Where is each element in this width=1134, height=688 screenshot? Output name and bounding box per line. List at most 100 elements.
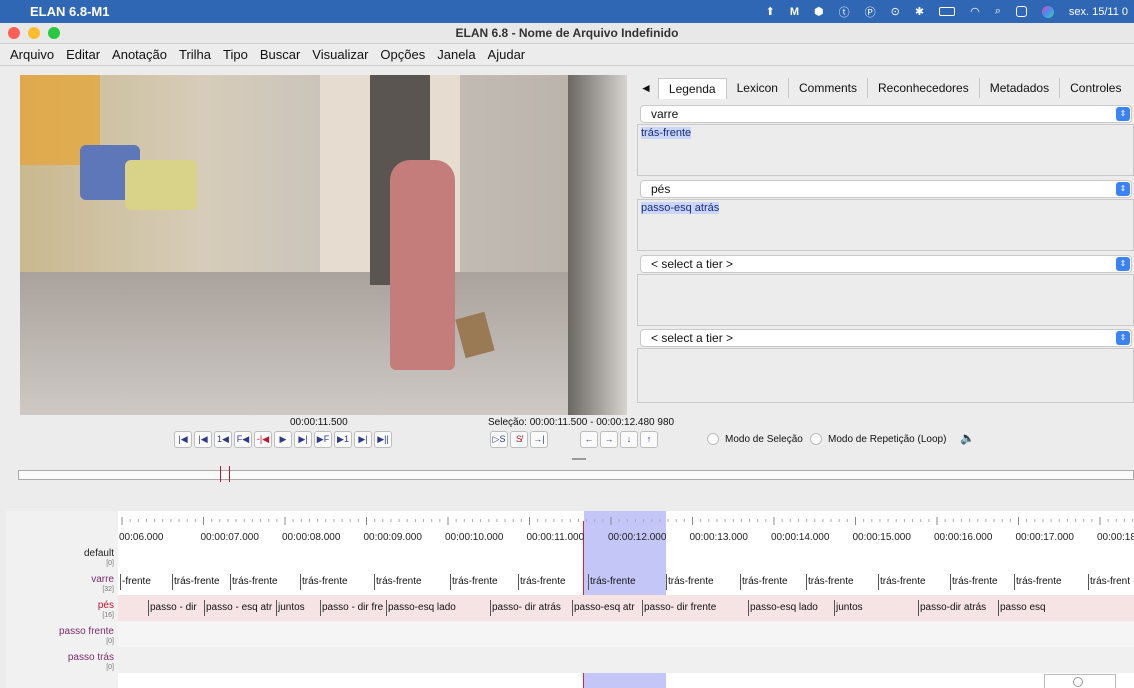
tab-reconhecedores[interactable]: Reconhecedores xyxy=(868,78,980,98)
annotation-varre[interactable]: trás-frente xyxy=(740,574,788,590)
next-frame-button[interactable]: ▶F xyxy=(314,431,332,448)
menu-visualizar[interactable]: Visualizar xyxy=(306,47,374,62)
battery-icon[interactable] xyxy=(939,7,956,16)
annotation-varre[interactable]: trás-frente xyxy=(230,574,278,590)
app-name[interactable]: ELAN 6.8-M1 xyxy=(30,4,109,19)
zoom-window-button[interactable] xyxy=(48,27,60,39)
next-second-button[interactable]: ▶1 xyxy=(334,431,352,448)
previous-second-button[interactable]: 1◀ xyxy=(214,431,232,448)
siri-icon[interactable] xyxy=(1041,5,1054,18)
annotation-pes[interactable]: passo - dir fre xyxy=(319,600,383,616)
tab-prev-arrow-icon[interactable]: ◄ xyxy=(634,78,658,98)
annotation-varre[interactable]: trás-frente xyxy=(300,574,348,590)
annotation-varre[interactable]: trás-frente xyxy=(172,574,220,590)
bluetooth-icon[interactable]: ✱ xyxy=(915,5,924,18)
close-window-button[interactable] xyxy=(8,27,20,39)
wifi-icon[interactable]: ◠ xyxy=(970,5,980,18)
annotation-varre[interactable]: trás-frente xyxy=(518,574,566,590)
next-scroll-button[interactable]: ▶| xyxy=(354,431,372,448)
tier-select-2[interactable]: pés ⇕ xyxy=(640,180,1132,198)
tier-label-varre[interactable]: varre [32] xyxy=(91,575,114,595)
annotation-pes[interactable]: passo esq xyxy=(998,600,1046,616)
tab-comments[interactable]: Comments xyxy=(789,78,868,98)
selection-mode-toggle[interactable]: Modo de Seleção xyxy=(707,433,803,445)
timeline-viewer[interactable]: default [0] varre [32] pés [16] passo frente [0… xyxy=(6,511,1134,688)
minimize-window-button[interactable] xyxy=(28,27,40,39)
annotation-varre[interactable]: trás-frent xyxy=(1087,574,1130,590)
menu-opcoes[interactable]: Opções xyxy=(374,47,431,62)
malwarebytes-icon[interactable]: M xyxy=(790,6,799,18)
tier-select-4[interactable]: < select a tier > ⇕ xyxy=(640,329,1132,347)
selection-mode-radio[interactable] xyxy=(707,433,719,445)
previous-scroll-button[interactable]: |◀ xyxy=(194,431,212,448)
annotation-pes[interactable]: juntos xyxy=(276,600,305,616)
menu-buscar[interactable]: Buscar xyxy=(254,47,306,62)
menu-arquivo[interactable]: Arquivo xyxy=(4,47,60,62)
annotation-pes[interactable]: passo-esq lado xyxy=(386,600,456,616)
loop-mode-radio[interactable] xyxy=(810,433,822,445)
clear-selection-button[interactable]: S̸ xyxy=(510,431,528,448)
app-status-icon[interactable]: Ⓟ xyxy=(865,4,876,20)
tab-controles[interactable]: Controles xyxy=(1060,78,1131,98)
annotation-down-button[interactable]: ↓ xyxy=(620,431,638,448)
tier-select-3[interactable]: < select a tier > ⇕ xyxy=(640,255,1132,273)
subtitle-box-4[interactable] xyxy=(637,348,1134,403)
clock[interactable]: sex. 15/11 0 xyxy=(1069,6,1128,18)
tab-lexicon[interactable]: Lexicon xyxy=(727,78,789,98)
annotation-pes[interactable]: passo-esq lado xyxy=(748,600,818,616)
zoom-slider[interactable] xyxy=(1044,674,1116,688)
subtitle-box-1[interactable]: trás-frente xyxy=(637,124,1134,176)
menu-editar[interactable]: Editar xyxy=(60,47,106,62)
menu-anotacao[interactable]: Anotação xyxy=(106,47,173,62)
annotation-varre[interactable]: trás-frente xyxy=(878,574,926,590)
toggle-selection-boundary-button[interactable]: →| xyxy=(530,431,548,448)
annotation-pes[interactable]: passo-esq atr xyxy=(572,600,635,616)
annotation-pes[interactable]: passo- dir frente xyxy=(641,600,716,616)
time-ruler[interactable]: 00:06.000 00:00:07.000 00:00:08.000 00:00:0… xyxy=(118,511,1134,543)
annotation-varre[interactable]: trás-frente xyxy=(450,574,498,590)
annotation-varre[interactable]: trás-frente xyxy=(374,574,422,590)
play-button[interactable]: ▶ xyxy=(274,431,292,448)
annotation-varre[interactable]: trás-frente xyxy=(806,574,854,590)
video-player[interactable] xyxy=(20,75,627,415)
subtitle-box-3[interactable] xyxy=(637,274,1134,326)
annotation-pes[interactable]: passo-dir atrás xyxy=(917,600,986,616)
play-selection-button[interactable]: ▷S xyxy=(490,431,508,448)
overview-playhead-icon[interactable] xyxy=(220,466,230,482)
annotation-up-button[interactable]: ↑ xyxy=(640,431,658,448)
menu-trilha[interactable]: Trilha xyxy=(173,47,217,62)
next-annotation-button[interactable]: → xyxy=(600,431,618,448)
annotation-varre[interactable]: -frente xyxy=(120,574,151,590)
go-to-begin-button[interactable]: |◀ xyxy=(174,431,192,448)
control-center-icon[interactable] xyxy=(1015,6,1027,17)
annotation-pes[interactable]: passo - esq atr xyxy=(203,600,272,616)
loop-mode-toggle[interactable]: Modo de Repetição (Loop) xyxy=(810,433,946,445)
previous-pixel-button[interactable]: -|◀ xyxy=(254,431,272,448)
extension-icon[interactable]: ⬢ xyxy=(814,5,824,18)
tier-label-passo-frente[interactable]: passo frente [0] xyxy=(59,627,114,647)
next-pixel-button[interactable]: ▶| xyxy=(294,431,312,448)
go-to-end-button[interactable]: ▶|| xyxy=(374,431,392,448)
previous-frame-button[interactable]: F◀ xyxy=(234,431,252,448)
annotation-pes[interactable]: passo - dir xyxy=(148,600,197,616)
subtitle-box-2[interactable]: passo-esq atrás xyxy=(637,199,1134,251)
menu-ajudar[interactable]: Ajudar xyxy=(482,47,532,62)
annotation-varre[interactable]: trás-frente xyxy=(588,574,636,590)
tab-legenda[interactable]: Legenda xyxy=(657,77,727,99)
tier-label-default[interactable]: default [0] xyxy=(84,549,114,569)
menu-janela[interactable]: Janela xyxy=(431,47,481,62)
annotation-varre[interactable]: trás-frente xyxy=(950,574,998,590)
spotlight-search-icon[interactable]: ⌕ xyxy=(995,5,1001,18)
tier-row-default[interactable] xyxy=(118,543,1134,569)
upload-status-icon[interactable]: ⬆ xyxy=(766,5,775,18)
tier-label-pés[interactable]: pés [16] xyxy=(98,601,114,621)
volume-icon[interactable]: 🔈 xyxy=(960,431,975,445)
tier-label-passo-trás[interactable]: passo trás [0] xyxy=(68,653,114,673)
tier-row-passo-frente[interactable] xyxy=(118,621,1134,647)
timer-icon[interactable]: ⓣ xyxy=(839,4,850,20)
zoom-slider-knob[interactable] xyxy=(1073,677,1083,687)
splitter-handle[interactable] xyxy=(572,458,586,460)
overview-strip[interactable] xyxy=(18,470,1134,480)
play-circle-icon[interactable]: ⊙ xyxy=(891,5,900,18)
tier-select-1[interactable]: varre ⇕ xyxy=(640,105,1132,123)
